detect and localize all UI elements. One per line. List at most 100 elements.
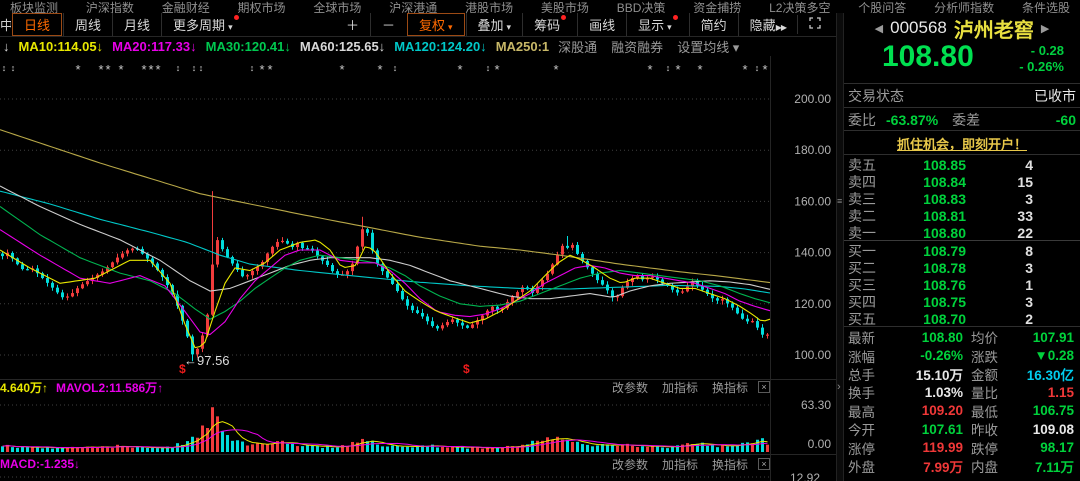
toolbar-button-简约[interactable]: 简约 <box>688 13 738 36</box>
event-marker-icon: * <box>267 62 272 77</box>
stats-row: 涨幅 -0.26% 涨跌 ▼0.28 <box>848 348 1074 365</box>
event-marker-icon: ↕ <box>199 63 204 73</box>
toolbar-button-筹码[interactable]: 筹码 <box>522 13 577 36</box>
event-marker-icon: * <box>494 62 499 77</box>
candlestick-chart[interactable]: 200.00 180.00 160.00 140.00 120.00 100.00 63.3… <box>0 56 838 481</box>
ma-value-label: MA20:117.33↓ <box>112 38 197 54</box>
toolbar-button-expand[interactable] <box>797 15 832 34</box>
macd-add-indicator[interactable]: 加指标 <box>662 456 698 473</box>
vol-change-params[interactable]: 改参数 <box>612 379 648 396</box>
event-marker-icon: * <box>259 62 264 77</box>
top-menu-item[interactable]: L2决策多空 <box>769 0 830 13</box>
top-menu-item[interactable]: 期权市场 <box>238 0 286 13</box>
ma-value-label: MA120:124.20↓ <box>394 38 487 54</box>
y-axis-label: 160.00 <box>794 194 831 208</box>
stats-row: 总手 15.10万 金额 16.30亿 <box>848 367 1074 383</box>
vol-close-icon[interactable]: × <box>758 381 770 393</box>
stats-row: 换手 1.03% 量比 1.15 <box>848 384 1074 402</box>
quote-panel: ◀ 000568 泸州老窖 ▶ 108.80 - 0.28 - 0.26% 交易… <box>844 13 1080 481</box>
toolbar-button-＋[interactable]: ＋ <box>335 13 370 36</box>
toolbar-button-复权[interactable]: 复权 ▾ <box>406 13 465 36</box>
event-marker-icon: * <box>339 62 344 77</box>
open-account-ad-link[interactable]: 抓住机会，即刻开户！ <box>844 134 1080 153</box>
buy-orders: 买一 108.79 8 买二 108.78 3 买三 108.76 1 买四 108.75 3 买五 10… <box>848 242 1076 327</box>
price-block: 108.80 - 0.28 - 0.26% <box>844 40 1080 82</box>
sell-order-row[interactable]: 卖二 108.81 33 <box>848 207 1076 224</box>
ma-value-label: MA30:120.41↓ <box>205 38 291 54</box>
chart-link-设置均线[interactable]: 设置均线 ▾ <box>677 37 739 56</box>
top-menu-item[interactable]: 资金捕捞 <box>693 0 741 13</box>
y-axis-label: 100.00 <box>794 348 831 362</box>
top-menu-item[interactable]: 板块监测 <box>10 0 58 13</box>
top-menu-item[interactable]: 条件选股 <box>1022 0 1070 13</box>
divider-arrow-icon[interactable]: › <box>837 381 841 393</box>
top-menu-item[interactable]: 分析师指数 <box>934 0 994 13</box>
toolbar-button-－[interactable]: － <box>369 13 406 36</box>
event-marker-icon: * <box>377 62 382 77</box>
chart-link-融资融券[interactable]: 融资融券 <box>611 37 663 56</box>
event-marker-icon: * <box>105 62 110 77</box>
stats-row: 今开 107.61 昨收 109.08 <box>848 421 1074 439</box>
sell-order-row[interactable]: 卖四 108.84 15 <box>848 173 1076 190</box>
event-marker-icon: * <box>118 62 123 77</box>
y-axis-label: 180.00 <box>794 143 831 157</box>
event-marker-icon: ↕ <box>666 63 671 73</box>
macd-switch-indicator[interactable]: 换指标 <box>712 456 748 473</box>
mavol-line <box>2 421 768 449</box>
next-stock-icon[interactable]: ▶ <box>1041 22 1049 35</box>
volume-axis-label: 63.30 <box>801 398 831 412</box>
y-axis-label: 120.00 <box>794 297 831 311</box>
buy-order-row[interactable]: 买五 108.70 2 <box>848 310 1076 327</box>
divider-grip-icon[interactable]: ≡ <box>837 196 842 206</box>
prev-stock-icon[interactable]: ◀ <box>875 22 883 35</box>
event-marker-icon: ↕ <box>11 63 16 73</box>
event-marker-icon: ↕ <box>486 63 491 73</box>
toolbar-button-画线[interactable]: 画线 <box>577 13 626 36</box>
top-menu-item[interactable]: BBD决策 <box>617 0 666 13</box>
vol-add-indicator[interactable]: 加指标 <box>662 379 698 396</box>
event-marker-icon: * <box>457 62 462 77</box>
top-menu-item[interactable]: 金融财经 <box>162 0 210 13</box>
price-change: - 0.28 - 0.26% <box>1019 43 1064 74</box>
toolbar-button-周线[interactable]: 周线 <box>63 13 112 36</box>
chart-link-深股通[interactable]: 深股通 <box>558 37 597 56</box>
buy-order-row[interactable]: 买四 108.75 3 <box>848 293 1076 310</box>
stats-row: 最高 109.20 最低 106.75 <box>848 403 1074 420</box>
macd-change-params[interactable]: 改参数 <box>612 456 648 473</box>
sell-order-row[interactable]: 卖三 108.83 3 <box>848 190 1076 207</box>
trade-status-row: 交易状态 已收市 <box>848 88 1076 104</box>
toolbar-button-显示[interactable]: 显示 ▾ <box>626 13 689 36</box>
mavol2-label: MAVOL2:11.586万↑ <box>56 380 164 395</box>
toolbar-button-月线[interactable]: 月线 <box>112 13 161 36</box>
top-menu-item[interactable]: 港股市场 <box>465 0 513 13</box>
vol-switch-indicator[interactable]: 换指标 <box>712 379 748 396</box>
buy-order-row[interactable]: 买一 108.79 8 <box>848 242 1076 259</box>
toolbar-button-隐藏[interactable]: 隐藏▶▶ <box>737 13 797 36</box>
ma-value-label: MA10:114.05↓ <box>18 38 104 54</box>
event-marker-icon: ↕ <box>250 63 255 73</box>
event-marker-icon: * <box>98 62 103 77</box>
ma-line-MA20 <box>0 229 771 336</box>
sell-order-row[interactable]: 卖一 108.80 22 <box>848 224 1076 241</box>
top-menu-item[interactable]: 全球市场 <box>313 0 361 13</box>
toolbar-button-更多周期[interactable]: 更多周期 ▾ <box>161 13 250 36</box>
sell-order-row[interactable]: 卖五 108.85 4 <box>848 156 1076 173</box>
toolbar-button-日线[interactable]: 日线 <box>12 13 63 36</box>
event-marker-icon: ↕ <box>176 63 181 73</box>
top-menu-item[interactable]: 沪深港通 <box>389 0 437 13</box>
buy-order-row[interactable]: 买三 108.76 1 <box>848 276 1076 293</box>
notification-dot <box>561 15 567 20</box>
chart-toolbar: 中 日线 周线 月线 更多周期 ▾ ＋－复权 ▾ 叠加 ▾ 筹码 画线 显示 ▾ 简约 隐藏▶▶ <box>0 13 838 37</box>
volume-axis-label: 0.00 <box>808 437 832 451</box>
top-menu-item[interactable]: 美股市场 <box>541 0 589 13</box>
panel-divider[interactable] <box>836 13 844 481</box>
macd-close-icon[interactable]: × <box>758 458 770 470</box>
mavol1-label: 4.640万↑ <box>0 380 49 395</box>
event-marker-icon: * <box>553 62 558 77</box>
top-menu-item[interactable]: 个股问答 <box>858 0 906 13</box>
buy-order-row[interactable]: 买二 108.78 3 <box>848 259 1076 276</box>
ma-value-label: MA250:1 <box>495 38 550 54</box>
clipped-menu-item[interactable]: 中 <box>0 15 11 34</box>
top-menu-item[interactable]: 沪深指数 <box>86 0 134 13</box>
toolbar-button-叠加[interactable]: 叠加 ▾ <box>465 13 523 36</box>
